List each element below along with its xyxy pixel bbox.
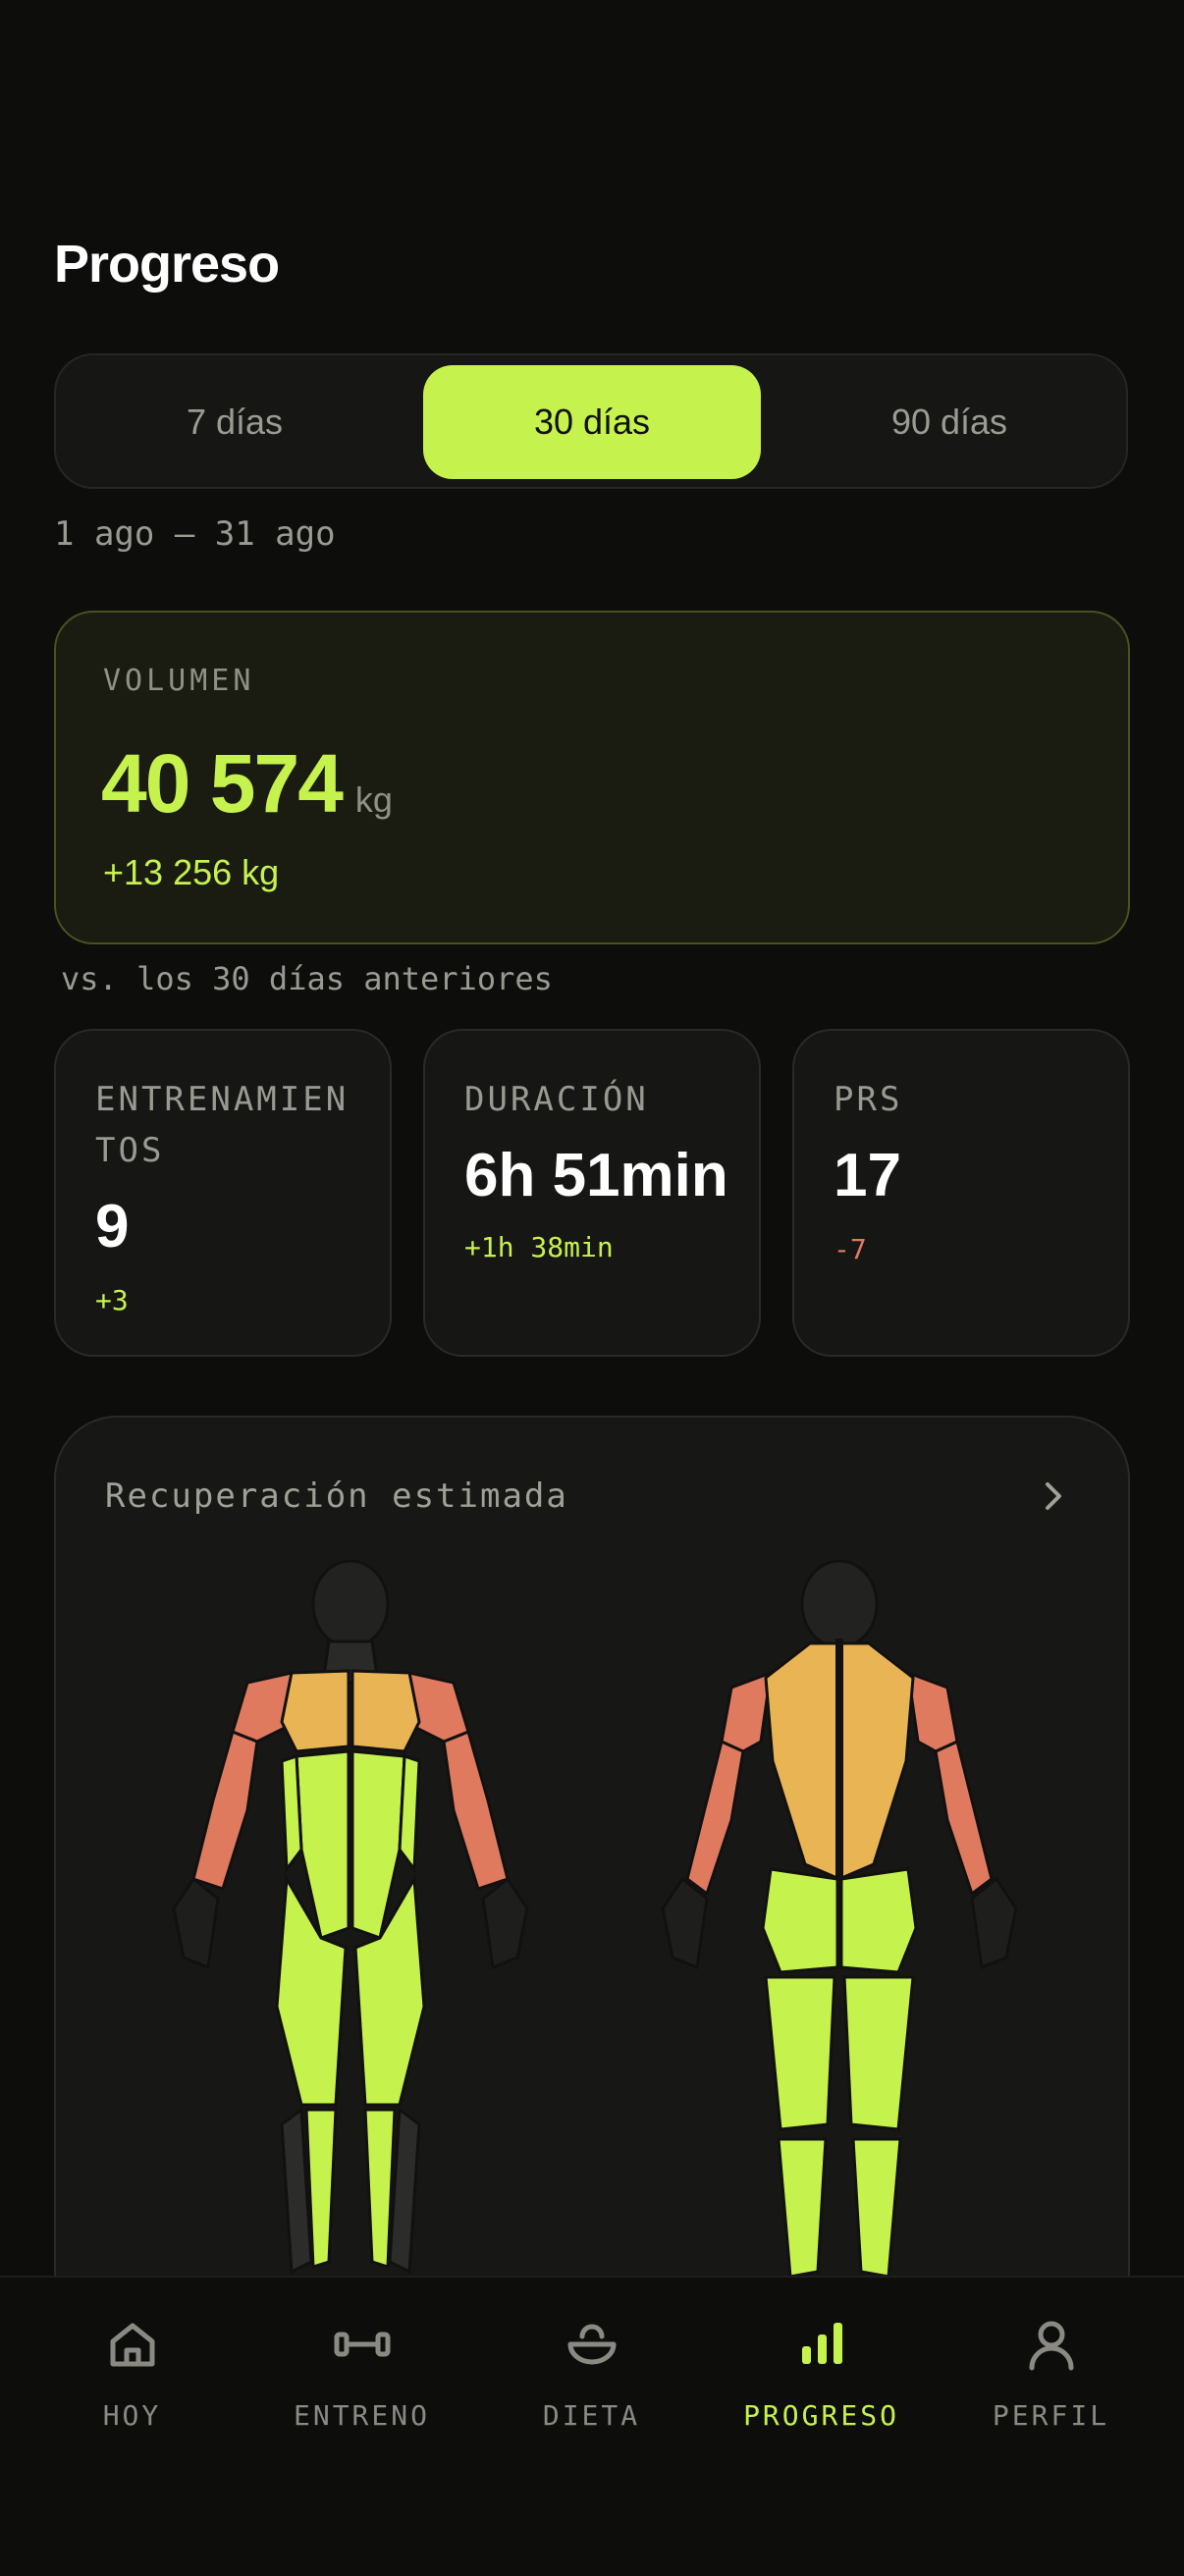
date-range: 1 ago – 31 ago: [54, 514, 336, 554]
stat-value: 6h 51min: [464, 1142, 728, 1209]
chevron-right-icon[interactable]: [1034, 1476, 1073, 1516]
nav-item-entreno[interactable]: ENTRENO: [243, 2278, 480, 2494]
page-title: Progreso: [54, 235, 280, 294]
bowl-icon: [567, 2324, 616, 2365]
stat-delta: +3: [95, 1284, 129, 1316]
nav-item-perfil[interactable]: PERFIL: [933, 2278, 1169, 2494]
stat-card-prs[interactable]: PRS 17 -7: [792, 1029, 1130, 1357]
home-icon: [110, 2323, 154, 2367]
stat-label: DURACIÓN: [464, 1080, 649, 1119]
stat-card-duration[interactable]: DURACIÓN 6h 51min +1h 38min: [423, 1029, 761, 1357]
dumbbell-icon: [334, 2332, 390, 2357]
volume-comparison: vs. los 30 días anteriores: [61, 960, 553, 997]
nav-item-dieta[interactable]: DIETA: [473, 2278, 710, 2494]
volume-number: 40 574: [101, 737, 344, 830]
volume-unit: kg: [354, 779, 393, 820]
range-option-7-days[interactable]: 7 días: [66, 365, 404, 479]
nav-item-hoy[interactable]: HOY: [14, 2278, 250, 2494]
range-selector: 7 días 30 días 90 días: [54, 353, 1128, 489]
volume-value: 40 574 kg: [101, 736, 393, 832]
stat-delta: +1h 38min: [464, 1231, 614, 1263]
volume-label: VOLUMEN: [103, 664, 255, 698]
range-option-90-days[interactable]: 90 días: [780, 365, 1118, 479]
bar-chart-icon: [801, 2323, 842, 2364]
nav-label: PERFIL: [992, 2399, 1110, 2432]
nav-label: DIETA: [542, 2399, 641, 2432]
volume-delta: +13 256 kg: [103, 852, 280, 892]
stat-value: 9: [95, 1193, 130, 1261]
recovery-card[interactable]: Recuperación estimada: [54, 1416, 1130, 2397]
nav-item-progreso[interactable]: PROGRESO: [703, 2278, 940, 2494]
stat-value: 17: [834, 1142, 901, 1209]
stat-card-workouts[interactable]: ENTRENAMIENTOS 9 +3: [54, 1029, 392, 1357]
volume-card[interactable]: VOLUMEN 40 574 kg +13 256 kg: [54, 611, 1130, 944]
range-option-30-days[interactable]: 30 días: [423, 365, 761, 479]
nav-label: PROGRESO: [743, 2399, 899, 2432]
body-front-figure: [172, 1559, 529, 2275]
nav-label: HOY: [102, 2399, 162, 2432]
stat-label: ENTRENAMIENTOS: [95, 1080, 350, 1170]
bottom-nav: HOY ENTRENO DIETA PROGRESO PERFIL: [0, 2276, 1184, 2576]
stat-label: PRS: [834, 1080, 903, 1119]
user-icon: [1029, 2321, 1073, 2371]
recovery-title: Recuperación estimada: [105, 1476, 568, 1516]
body-back-figure: [661, 1559, 1018, 2279]
nav-label: ENTRENO: [293, 2399, 430, 2432]
stat-delta: -7: [834, 1233, 867, 1265]
